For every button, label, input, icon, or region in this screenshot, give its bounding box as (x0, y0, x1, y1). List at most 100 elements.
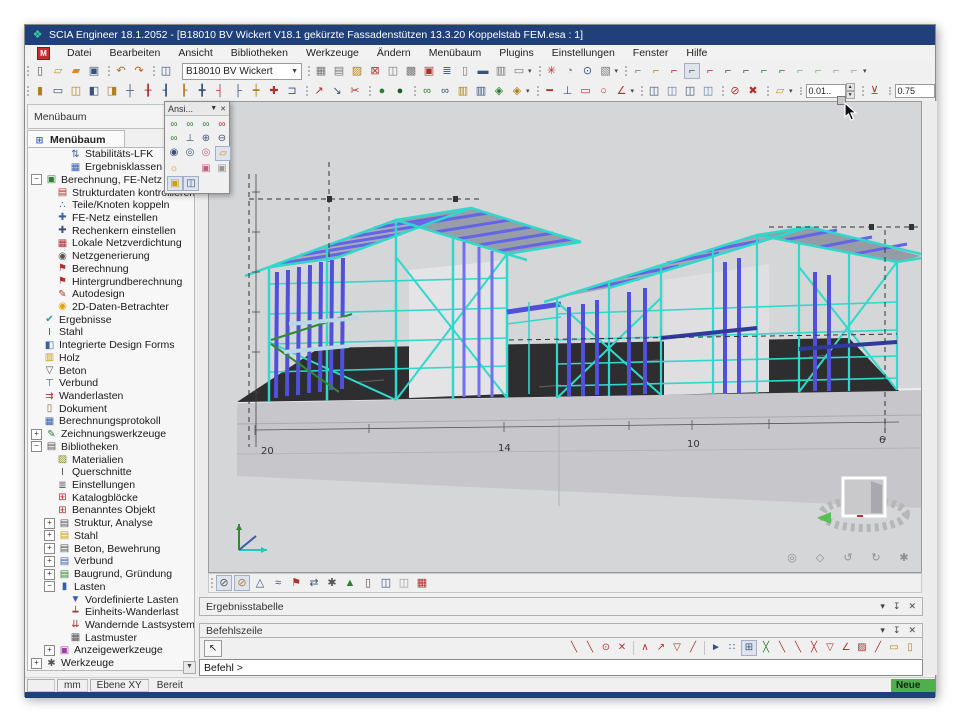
view-manager-icon[interactable]: ◫ (183, 176, 199, 191)
dropdown-arrow-icon[interactable]: ▾ (631, 87, 635, 95)
view-axis-icon[interactable]: ⊥ (183, 132, 197, 145)
command-input[interactable] (200, 662, 922, 674)
tree-item-rechenkern-einstellen[interactable]: ✚Rechenkern einstellen (28, 224, 194, 237)
clip-plane-1-icon[interactable]: ⊘ (216, 575, 232, 591)
chevron-down-icon[interactable]: ▾ (880, 625, 885, 636)
wall-icon[interactable]: ◨ (104, 83, 120, 99)
snap-k6-icon[interactable]: ▨ (855, 640, 869, 656)
member-icon[interactable]: ◫ (68, 83, 84, 99)
draw-angle-icon[interactable]: ∠ (614, 83, 630, 99)
print-icon[interactable]: ▤ (331, 63, 347, 79)
toolbar-drag-handle[interactable] (837, 96, 846, 105)
plate-icon[interactable]: ◧ (86, 83, 102, 99)
snap-last-icon[interactable]: ▯ (903, 640, 917, 656)
redo-icon[interactable]: ↷ (131, 63, 147, 79)
expand-icon[interactable]: + (44, 543, 55, 554)
tree-item-wandernde-lastsysteme[interactable]: ⇊Wandernde Lastsysteme (28, 619, 194, 632)
expand-icon[interactable]: + (44, 518, 55, 529)
zoom-search-icon[interactable]: ⊙ (580, 63, 596, 79)
rotate-left-icon[interactable]: ↺ (840, 550, 856, 566)
view-side-icon[interactable]: ∞ (183, 118, 197, 131)
menu-hilfe[interactable]: Hilfe (677, 47, 716, 59)
tree-item-wanderlasten[interactable]: ⇉Wanderlasten (28, 390, 194, 403)
status-action-button[interactable]: Neue (891, 679, 935, 692)
undo-icon[interactable]: ↶ (113, 63, 129, 79)
view-axo-icon[interactable]: ∞ (215, 118, 229, 131)
tree-item-querschnitte[interactable]: ⅠQuerschnitte (28, 466, 194, 479)
zoom-select-icon[interactable]: ◎ (784, 550, 800, 566)
clip-plane-2-icon[interactable]: ⊘ (234, 575, 250, 591)
tree-item-bibliotheken[interactable]: −▤Bibliotheken (28, 441, 194, 454)
snap-k5-icon[interactable]: ∠ (839, 640, 853, 656)
cross-link-icon[interactable]: ┼ (122, 83, 138, 99)
symbol-scale-value[interactable]: 0.75 (895, 84, 935, 98)
copy-add-icon[interactable]: ◫ (682, 83, 698, 99)
filter-icon[interactable]: ▧ (598, 63, 614, 79)
zoom-all-icon[interactable]: ◎ (183, 146, 197, 159)
move-node-icon[interactable]: ↗ (311, 83, 327, 99)
check-nodes-icon[interactable]: ∞ (437, 83, 453, 99)
project-combobox[interactable]: B18010 BV Wickert ▼ (182, 63, 302, 80)
render-wire-icon[interactable]: ▣ (215, 162, 229, 175)
rendering-mode-icon[interactable]: ▲ (342, 575, 358, 591)
menu-menubaum[interactable]: Menübaum (420, 47, 491, 59)
3d-viewport[interactable]: 20 14 10 6 (208, 101, 922, 573)
view-palette-titlebar[interactable]: Ansi... ▼ ✕ (165, 102, 229, 116)
close-icon[interactable]: ✕ (220, 105, 226, 113)
expand-icon[interactable]: + (44, 556, 55, 567)
import-project-icon[interactable]: ▰ (68, 63, 84, 79)
dropdown-arrow-icon[interactable]: ▾ (615, 67, 619, 75)
tree-item-teile-knoten-koppeln[interactable]: ∴Teile/Knoten koppeln (28, 199, 194, 212)
weld-icon[interactable]: ◈ (491, 83, 507, 99)
tree-item-anzeigewerkzeuge[interactable]: +▣Anzeigewerkzeuge (28, 644, 194, 657)
open-project-icon[interactable]: ▱ (50, 63, 66, 79)
view-corner-8-icon[interactable]: ⌐ (756, 63, 772, 79)
tree-scroll-down-button[interactable]: ▼ (183, 661, 196, 674)
tree-item-verbund[interactable]: ⊤Verbund (28, 377, 194, 390)
snap-edge-icon[interactable]: ╱ (686, 640, 700, 656)
snap-line-icon[interactable]: ╲ (567, 640, 581, 656)
column-icon[interactable]: ▮ (32, 83, 48, 99)
tree-item-beton-bewehrung[interactable]: +▤Beton, Bewehrung (28, 542, 194, 555)
open-library-icon[interactable]: ▱ (772, 83, 788, 99)
snap-k2-icon[interactable]: ╲ (791, 640, 805, 656)
tree-item-einstellungen[interactable]: ≣Einstellungen (28, 479, 194, 492)
tree-item-berechnung[interactable]: ⚑Berechnung (28, 262, 194, 275)
workspace-layout-icon[interactable]: ◫ (158, 63, 174, 79)
tree-item-2d-daten-betrachter[interactable]: ◉2D-Daten-Betrachter (28, 301, 194, 314)
generator-icon[interactable]: ✱ (324, 575, 340, 591)
tree-item-materialien[interactable]: ▨Materialien (28, 453, 194, 466)
document-icon[interactable]: ▯ (457, 63, 473, 79)
copy-properties-icon[interactable]: ◫ (646, 83, 662, 99)
dropdown-arrow-icon[interactable]: ▾ (863, 67, 867, 75)
app-menu-icon[interactable]: M (37, 47, 50, 60)
view-top-icon[interactable]: ∞ (199, 118, 213, 131)
mesh-setup-icon[interactable]: ▩ (403, 63, 419, 79)
tree-item-beton[interactable]: ▽Beton (28, 364, 194, 377)
bracing-icon[interactable]: ╋ (194, 83, 210, 99)
tree-item-zeichnungswerkzeuge[interactable]: +✎Zeichnungswerkzeuge (28, 428, 194, 441)
tree-item-einheits-wanderlast[interactable]: ┷Einheits-Wanderlast (28, 606, 194, 619)
light-toggle-icon[interactable]: ☼ (167, 162, 181, 175)
database-icon[interactable]: ▬ (475, 63, 491, 79)
close-icon[interactable]: ✕ (908, 625, 916, 636)
chevron-down-icon[interactable]: ▾ (880, 601, 885, 612)
view-corner-7-icon[interactable]: ⌐ (738, 63, 754, 79)
title-bar[interactable]: ❖ SCIA Engineer 18.1.2052 - [B18010 BV W… (25, 25, 935, 45)
load-display-icon[interactable]: ⚑ (288, 575, 304, 591)
doc-view-icon[interactable]: ▯ (360, 575, 376, 591)
dropdown-arrow-icon[interactable]: ▾ (528, 67, 532, 75)
snap-k4-icon[interactable]: ▽ (823, 640, 837, 656)
view-corner-13-icon[interactable]: ⌐ (846, 63, 862, 79)
3d-model-svg[interactable]: 20 14 10 6 (209, 102, 922, 573)
tree-item-lokale-netzverdichtung[interactable]: ▦Lokale Netzverdichtung (28, 237, 194, 250)
draw-rectangle-icon[interactable]: ▭ (578, 83, 594, 99)
tree-item-werkzeuge[interactable]: +✱Werkzeuge (28, 657, 194, 670)
view-corner-5-icon[interactable]: ⌐ (702, 63, 718, 79)
symbol-scale-spinner[interactable]: 0.75 ▲▼ (895, 84, 935, 98)
tree-item-autodesign[interactable]: ✎Autodesign (28, 288, 194, 301)
paste-properties-icon[interactable]: ◫ (664, 83, 680, 99)
snap-cross-icon[interactable]: ╳ (759, 640, 773, 656)
trim-icon[interactable]: ✂ (347, 83, 363, 99)
iso-view-icon[interactable]: ◇ (812, 550, 828, 566)
